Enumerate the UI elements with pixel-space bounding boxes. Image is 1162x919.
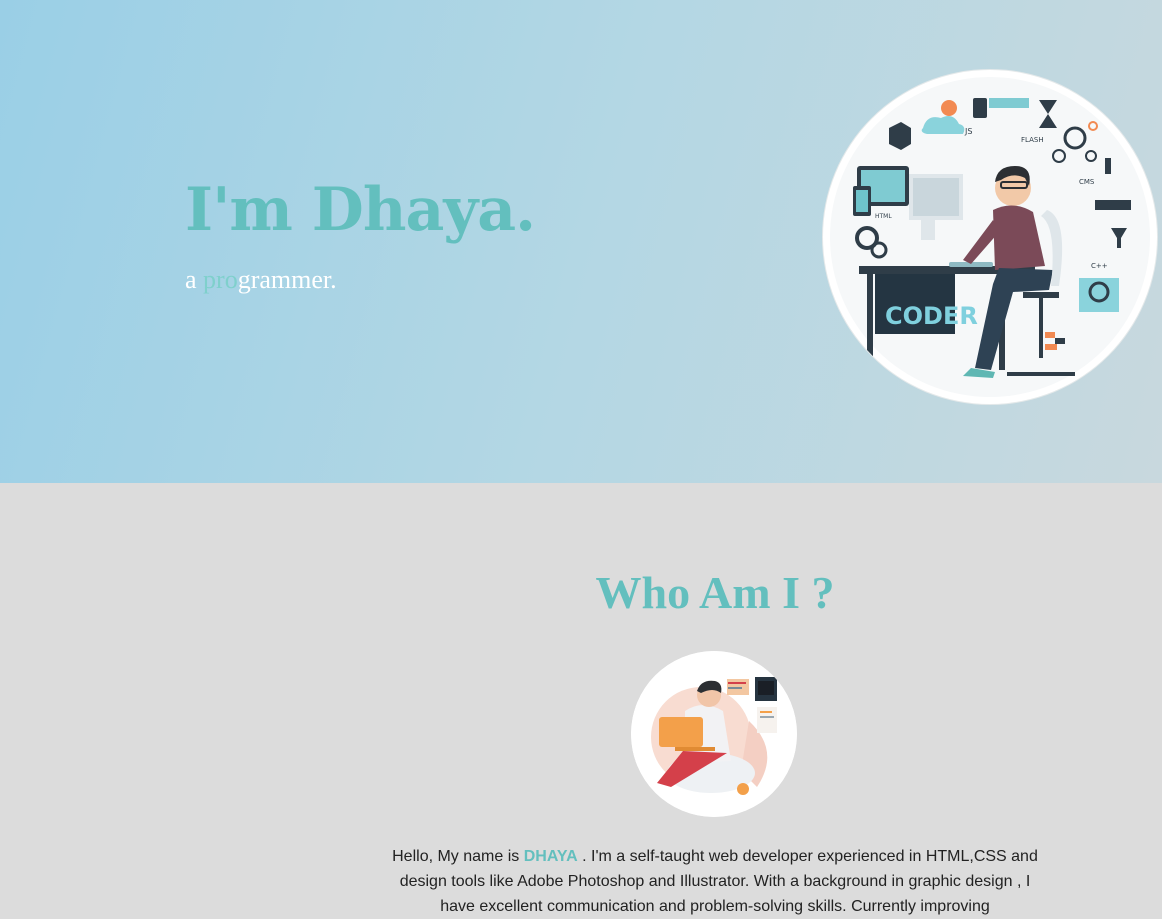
hero-title: I'm Dhaya. <box>185 175 536 245</box>
router-icon <box>1095 200 1131 210</box>
hero-subtitle-prefix: a <box>185 265 204 294</box>
html-label: HTML <box>875 213 892 220</box>
js-label: JS <box>964 127 972 136</box>
bulb-icon <box>941 100 957 116</box>
laptop-icon <box>659 717 703 747</box>
hero-section: I'm Dhaya. a programmer. CODER JS FLASH … <box>0 0 1162 483</box>
about-title: Who Am I ? <box>595 567 835 618</box>
hero-subtitle-rest: grammer. <box>237 265 337 294</box>
coder-label: CODER <box>885 302 978 330</box>
cms-label: CMS <box>1079 178 1095 186</box>
about-section: Who Am I ? Hello, My name is DHAYA . I'm… <box>0 483 1162 916</box>
cpp-label: C++ <box>1091 262 1108 270</box>
about-text-before: Hello, My name is <box>392 848 524 865</box>
hero-subtitle: a programmer. <box>185 264 337 296</box>
coder-illustration: CODER JS FLASH CMS HTML C++ <box>823 70 1157 404</box>
about-name: DHAYA <box>523 848 578 865</box>
laptop-person-illustration <box>631 651 797 817</box>
lock-icon <box>973 98 987 118</box>
hero-subtitle-accent: pro <box>203 265 238 294</box>
about-paragraph: Hello, My name is DHAYA . I'm a self-tau… <box>389 844 1041 919</box>
flash-label: FLASH <box>1021 136 1044 144</box>
coder-illustration-svg: CODER JS FLASH CMS HTML C++ <box>830 77 1150 397</box>
laptop-person-svg <box>631 651 797 817</box>
